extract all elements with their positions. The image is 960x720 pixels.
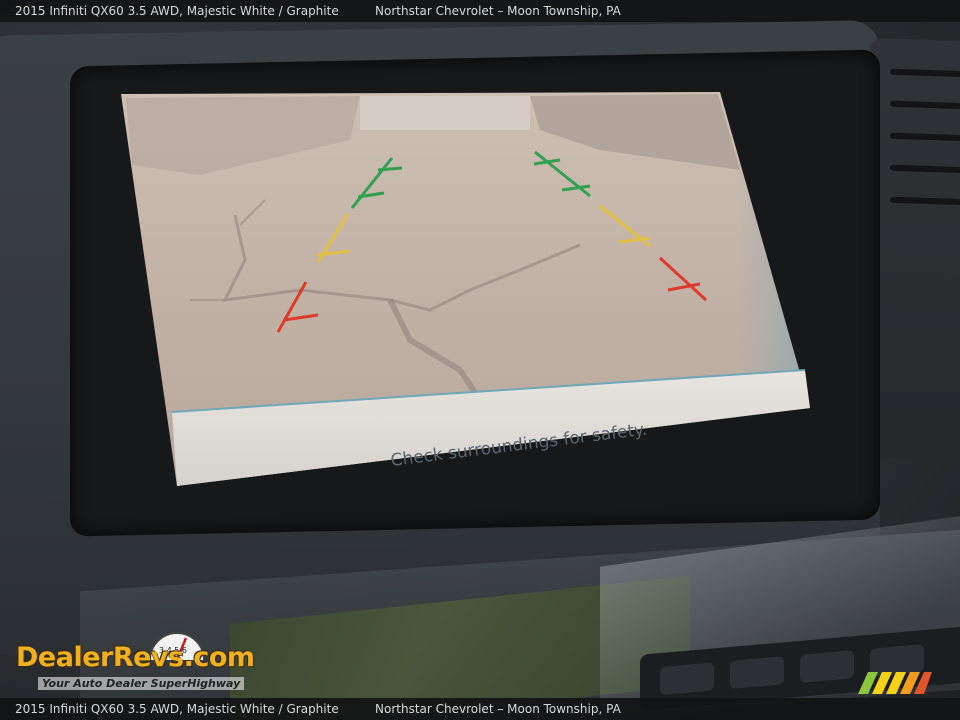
screen-housing	[70, 49, 880, 537]
dealerrevs-watermark: 3 4 5 6 DealerRevs.com Your Auto Dealer …	[12, 628, 272, 698]
dealer-caption-bottom: Northstar Chevrolet – Moon Township, PA	[375, 702, 621, 716]
dealerrevs-tagline: Your Auto Dealer SuperHighway	[38, 677, 245, 690]
photo-scene: 2015 Infiniti QX60 3.5 AWD, Majestic Whi…	[0, 0, 960, 720]
vehicle-caption: 2015 Infiniti QX60 3.5 AWD, Majestic Whi…	[15, 4, 339, 18]
chevron-stripes-logo	[858, 672, 932, 694]
bottom-caption-bar: 2015 Infiniti QX60 3.5 AWD, Majestic Whi…	[0, 698, 960, 720]
top-caption-bar: 2015 Infiniti QX60 3.5 AWD, Majestic Whi…	[0, 0, 960, 22]
dealerrevs-logo: DealerRevs.com	[16, 642, 255, 673]
vehicle-caption-bottom: 2015 Infiniti QX60 3.5 AWD, Majestic Whi…	[15, 702, 339, 716]
air-vent	[870, 37, 960, 463]
dealer-caption: Northstar Chevrolet – Moon Township, PA	[375, 4, 621, 18]
